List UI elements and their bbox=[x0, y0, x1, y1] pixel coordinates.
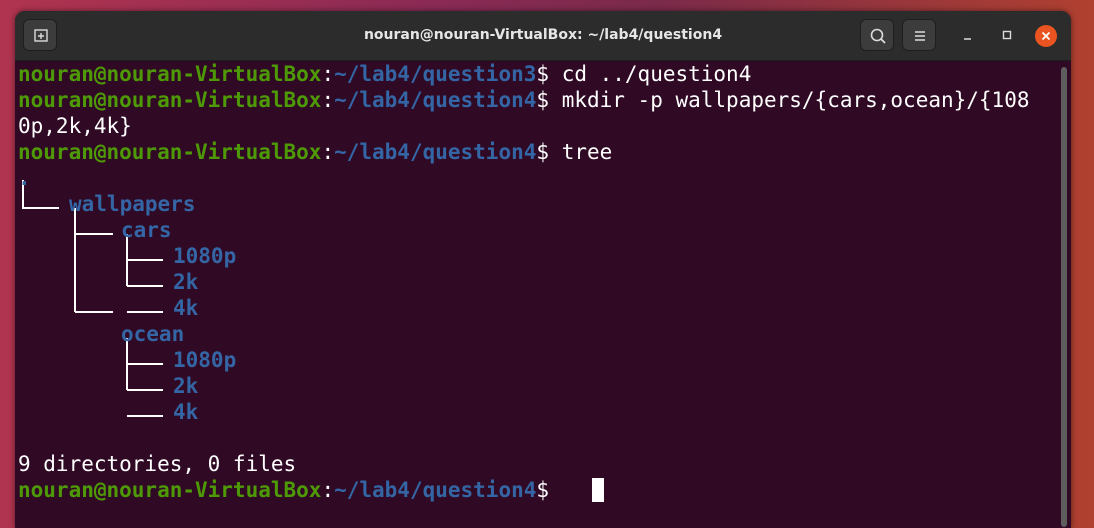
prompt-separator: : bbox=[321, 140, 335, 164]
prompt-user: nouran@nouran-VirtualBox bbox=[18, 140, 322, 164]
command-text: cd ../question4 bbox=[561, 62, 752, 86]
prompt-path: ~/lab4/question4 bbox=[334, 88, 537, 112]
prompt-separator: : bbox=[321, 88, 335, 112]
tree-dir-ocean-1080p: 1080p bbox=[173, 348, 237, 372]
terminal-line: nouran@nouran-VirtualBox:~/lab4/question… bbox=[18, 139, 612, 165]
prompt-user: nouran@nouran-VirtualBox bbox=[18, 478, 322, 502]
terminal-line: nouran@nouran-VirtualBox:~/lab4/question… bbox=[18, 61, 751, 87]
terminal-line: nouran@nouran-VirtualBox:~/lab4/question… bbox=[18, 87, 1029, 113]
tree-dir-ocean-4k: 4k bbox=[173, 400, 199, 424]
prompt-separator: : bbox=[321, 62, 335, 86]
terminal-line: nouran@nouran-VirtualBox:~/lab4/question… bbox=[18, 477, 562, 503]
hamburger-menu-icon bbox=[915, 31, 925, 41]
maximize-icon bbox=[1002, 30, 1012, 40]
text-cursor bbox=[592, 478, 604, 502]
tree-root: . bbox=[18, 166, 31, 190]
prompt-user: nouran@nouran-VirtualBox bbox=[18, 62, 322, 86]
minimize-button[interactable] bbox=[956, 23, 980, 47]
prompt-path: ~/lab4/question3 bbox=[334, 62, 537, 86]
menu-button[interactable] bbox=[902, 19, 936, 51]
search-icon bbox=[870, 28, 886, 44]
prompt-separator: : bbox=[321, 478, 335, 502]
prompt-symbol: $ bbox=[536, 88, 562, 112]
close-icon bbox=[1041, 31, 1051, 41]
prompt-path: ~/lab4/question4 bbox=[334, 140, 537, 164]
tree-dir-cars-1080p: 1080p bbox=[173, 244, 237, 268]
prompt-symbol: $ bbox=[536, 140, 562, 164]
scrollbar[interactable] bbox=[1061, 67, 1067, 527]
tree-dir-cars-2k: 2k bbox=[173, 270, 199, 294]
new-tab-button[interactable] bbox=[23, 19, 57, 51]
command-wrap-text: 0p,2k,4k} bbox=[18, 114, 132, 138]
maximize-button[interactable] bbox=[995, 23, 1019, 47]
tree-dir-ocean-2k: 2k bbox=[173, 374, 199, 398]
minimize-icon bbox=[964, 38, 971, 40]
prompt-path: ~/lab4/question4 bbox=[334, 478, 537, 502]
command-text: mkdir -p wallpapers/{cars,ocean}/{108 bbox=[561, 88, 1030, 112]
new-tab-icon bbox=[34, 29, 48, 42]
tree-dir-ocean: ocean bbox=[121, 322, 185, 346]
tree-dir-wallpapers: wallpapers bbox=[69, 192, 196, 216]
close-button[interactable] bbox=[1035, 25, 1057, 47]
tree-summary: 9 directories, 0 files bbox=[18, 452, 297, 476]
tree-dir-cars: cars bbox=[121, 218, 172, 242]
terminal-window: nouran@nouran-VirtualBox: ~/lab4/questio… bbox=[15, 11, 1071, 528]
command-text: tree bbox=[561, 140, 613, 164]
title-bar[interactable]: nouran@nouran-VirtualBox: ~/lab4/questio… bbox=[15, 11, 1071, 61]
tree-dir-cars-4k: 4k bbox=[173, 296, 199, 320]
prompt-symbol: $ bbox=[536, 478, 562, 502]
search-button[interactable] bbox=[860, 19, 894, 51]
terminal-output[interactable]: nouran@nouran-VirtualBox:~/lab4/question… bbox=[18, 61, 1058, 528]
prompt-user: nouran@nouran-VirtualBox bbox=[18, 88, 322, 112]
prompt-symbol: $ bbox=[536, 62, 562, 86]
